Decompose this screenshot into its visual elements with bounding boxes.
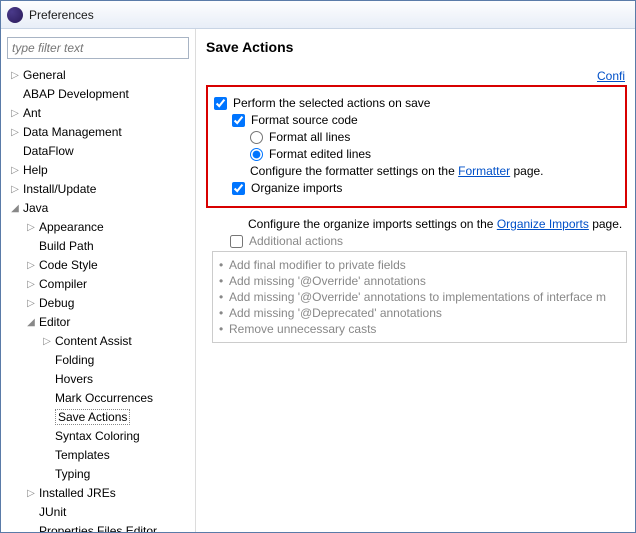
main-panel: Save Actions Confi Perform the selected … [196,29,635,532]
perform-actions-label: Perform the selected actions on save [233,96,430,110]
format-edited-lines-label: Format edited lines [269,147,371,161]
tree-item-hovers[interactable]: ▷Hovers [39,370,189,388]
tree-item-abap[interactable]: ▷ABAP Development [7,85,189,103]
list-item: Add missing '@Deprecated' annotations [229,306,442,320]
format-edited-lines-radio[interactable] [250,148,263,161]
tree-item-templates[interactable]: ▷Templates [39,446,189,464]
tree-item-help[interactable]: ▷Help [7,161,189,179]
tree-item-typing[interactable]: ▷Typing [39,465,189,483]
page-title: Save Actions [206,39,627,55]
tree-item-mark-occurrences[interactable]: ▷Mark Occurrences [39,389,189,407]
list-item: Add final modifier to private fields [229,258,406,272]
titlebar[interactable]: Preferences [1,1,635,29]
tree-item-data-management[interactable]: ▷Data Management [7,123,189,141]
additional-actions-list: •Add final modifier to private fields •A… [212,251,627,343]
formatter-text: Configure the formatter settings on the … [214,164,619,178]
tree-item-content-assist[interactable]: ▷Content Assist [39,332,189,350]
tree-item-editor[interactable]: ◢Editor [23,313,189,331]
format-source-label: Format source code [251,113,358,127]
tree-item-syntax-coloring[interactable]: ▷Syntax Coloring [39,427,189,445]
tree-item-code-style[interactable]: ▷Code Style [23,256,189,274]
configure-project-link[interactable]: Confi [597,69,625,83]
tree-item-build-path[interactable]: ▷Build Path [23,237,189,255]
list-item: Add missing '@Override' annotations to i… [229,290,606,304]
organize-imports-link[interactable]: Organize Imports [497,217,589,231]
preferences-tree: ▷General ▷ABAP Development ▷Ant ▷Data Ma… [7,66,189,532]
tree-item-appearance[interactable]: ▷Appearance [23,218,189,236]
format-all-lines-label: Format all lines [269,130,350,144]
content-area: ▷General ▷ABAP Development ▷Ant ▷Data Ma… [1,29,635,532]
tree-item-compiler[interactable]: ▷Compiler [23,275,189,293]
organize-imports-checkbox[interactable] [232,182,245,195]
tree-item-ant[interactable]: ▷Ant [7,104,189,122]
tree-item-properties-files-editor[interactable]: ▷Properties Files Editor [23,522,189,532]
tree-item-java[interactable]: ◢Java [7,199,189,217]
list-item: Add missing '@Override' annotations [229,274,426,288]
list-item: Remove unnecessary casts [229,322,376,336]
filter-input[interactable] [7,37,189,59]
perform-actions-checkbox[interactable] [214,97,227,110]
tree-item-debug[interactable]: ▷Debug [23,294,189,312]
window-title: Preferences [29,8,94,22]
preferences-window: Preferences ▷General ▷ABAP Development ▷… [0,0,636,533]
additional-actions-checkbox[interactable] [230,235,243,248]
tree-item-folding[interactable]: ▷Folding [39,351,189,369]
tree-item-save-actions[interactable]: ▷Save Actions [39,408,189,426]
format-source-checkbox[interactable] [232,114,245,127]
tree-item-junit[interactable]: ▷JUnit [23,503,189,521]
sidebar: ▷General ▷ABAP Development ▷Ant ▷Data Ma… [1,29,196,532]
organize-imports-label: Organize imports [251,181,342,195]
eclipse-icon [7,7,23,23]
format-all-lines-radio[interactable] [250,131,263,144]
tree-item-install-update[interactable]: ▷Install/Update [7,180,189,198]
tree-item-dataflow[interactable]: ▷DataFlow [7,142,189,160]
highlighted-region: Perform the selected actions on save For… [206,85,627,208]
formatter-link[interactable]: Formatter [458,164,510,178]
additional-actions-label: Additional actions [249,234,343,248]
tree-item-general[interactable]: ▷General [7,66,189,84]
tree-item-installed-jres[interactable]: ▷Installed JREs [23,484,189,502]
organize-text: Configure the organize imports settings … [212,217,627,231]
